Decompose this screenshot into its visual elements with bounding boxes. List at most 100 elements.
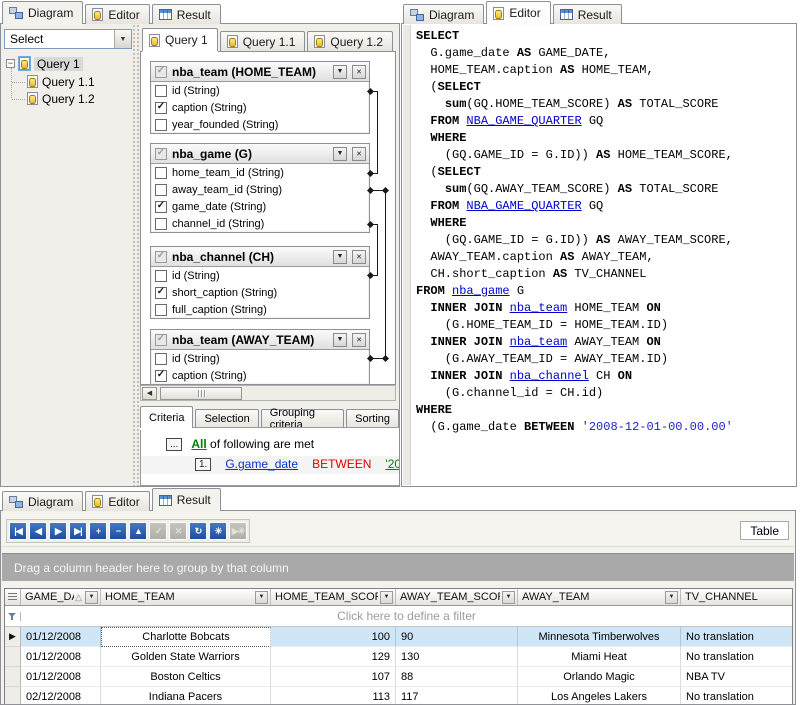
field-checkbox[interactable] (155, 287, 167, 299)
table-cell[interactable]: 100 (271, 627, 396, 647)
entity-header[interactable]: nba_team (AWAY_TEAM)▼✕ (151, 330, 369, 350)
scroll-thumb[interactable] (160, 387, 242, 400)
field-checkbox[interactable] (155, 184, 167, 196)
entity-dropdown-button[interactable]: ▼ (333, 147, 347, 161)
table-cell[interactable]: Charlotte Bobcats (101, 627, 271, 647)
entity-field-row[interactable]: id (String) (151, 82, 369, 99)
table-cell[interactable]: 01/12/2008 (21, 667, 101, 687)
field-checkbox[interactable] (155, 353, 167, 365)
column-header-home_team_score[interactable]: HOME_TEAM_SCORE▼ (271, 589, 396, 605)
entity-header[interactable]: nba_game (G)▼✕ (151, 144, 369, 164)
field-checkbox[interactable] (155, 119, 167, 131)
tab-query-1-2[interactable]: Query 1.2 (307, 31, 393, 51)
tab-sorting[interactable]: Sorting (346, 409, 399, 428)
tab-result[interactable]: Result (152, 488, 221, 511)
table-cell[interactable]: 01/12/2008 (21, 647, 101, 667)
tab-editor[interactable]: Editor (85, 4, 149, 24)
tree-item-query-1[interactable]: − Query 1 (6, 55, 83, 72)
diagram-canvas[interactable]: nba_team (HOME_TEAM)▼✕id (String)caption… (140, 51, 396, 385)
entity-field-row[interactable]: home_team_id (String) (151, 164, 369, 181)
field-checkbox[interactable] (155, 102, 167, 114)
nav-fetch-all-button[interactable]: ✳ (209, 522, 227, 540)
table-cell[interactable]: NBA TV (681, 667, 793, 687)
tree-item-query-1-1[interactable]: Query 1.1 (27, 73, 95, 90)
tab-editor[interactable]: Editor (85, 491, 149, 511)
scroll-left-icon[interactable]: ◀ (142, 387, 157, 400)
grid-filter-row[interactable]: Click here to define a filter (5, 606, 792, 627)
table-cell[interactable]: Indiana Pacers (101, 687, 271, 704)
table-cell[interactable]: Boston Celtics (101, 667, 271, 687)
field-checkbox[interactable] (155, 304, 167, 316)
column-filter-dropdown[interactable]: ▼ (502, 591, 515, 604)
diagram-hscrollbar[interactable]: ◀ (140, 385, 396, 401)
column-filter-dropdown[interactable]: ▼ (255, 591, 268, 604)
entity-field-row[interactable]: full_caption (String) (151, 301, 369, 318)
entity-field-row[interactable]: short_caption (String) (151, 284, 369, 301)
column-header-away_team[interactable]: AWAY_TEAM▼ (518, 589, 681, 605)
criteria-all-link[interactable]: All (191, 437, 206, 451)
table-cell[interactable]: Los Angeles Lakers (518, 687, 681, 704)
entity-field-row[interactable]: caption (String) (151, 99, 369, 116)
table-cell[interactable]: No translation (681, 687, 793, 704)
splitter[interactable] (132, 24, 140, 486)
column-filter-dropdown[interactable]: ▼ (85, 591, 98, 604)
collapse-icon[interactable]: − (6, 59, 15, 68)
entity-field-row[interactable]: caption (String) (151, 367, 369, 384)
tab-query-1-1[interactable]: Query 1.1 (220, 31, 306, 51)
entity-dropdown-button[interactable]: ▼ (333, 250, 347, 264)
column-filter-dropdown[interactable]: ▼ (380, 591, 393, 604)
entity-header[interactable]: nba_team (HOME_TEAM)▼✕ (151, 62, 369, 82)
field-checkbox[interactable] (155, 201, 167, 213)
entity-close-button[interactable]: ✕ (352, 147, 366, 161)
tab-grouping-criteria[interactable]: Grouping criteria (261, 409, 344, 428)
table-row[interactable]: 02/12/2008Indiana Pacers113117Los Angele… (5, 687, 792, 704)
entity-dropdown-button[interactable]: ▼ (333, 65, 347, 79)
entity-box[interactable]: nba_team (AWAY_TEAM)▼✕id (String)caption… (150, 329, 370, 385)
entity-close-button[interactable]: ✕ (352, 250, 366, 264)
tab-diagram[interactable]: Diagram (2, 1, 83, 24)
table-cell[interactable]: 88 (396, 667, 518, 687)
nav-insert-button[interactable]: + (89, 522, 107, 540)
tab-diagram[interactable]: Diagram (2, 491, 83, 511)
column-header-game_date[interactable]: GAME_DATE△▼ (21, 589, 101, 605)
entity-close-button[interactable]: ✕ (352, 65, 366, 79)
criteria-field-link[interactable]: G.game_date (225, 457, 298, 471)
entity-box[interactable]: nba_game (G)▼✕home_team_id (String)away_… (150, 143, 370, 233)
table-row[interactable]: 01/12/2008Boston Celtics10788Orlando Mag… (5, 667, 792, 687)
entity-box[interactable]: nba_channel (CH)▼✕id (String)short_capti… (150, 246, 370, 319)
table-cell[interactable]: 129 (271, 647, 396, 667)
field-checkbox[interactable] (155, 218, 167, 230)
table-row[interactable]: ▶01/12/2008Charlotte Bobcats10090Minneso… (5, 627, 792, 647)
table-cell[interactable]: Miami Heat (518, 647, 681, 667)
criteria-value-link[interactable]: '2008-12-01-00.00.00' (385, 457, 399, 471)
entity-field-row[interactable]: id (String) (151, 350, 369, 367)
entity-dropdown-button[interactable]: ▼ (333, 333, 347, 347)
nav-first-button[interactable]: |◀ (9, 522, 27, 540)
column-filter-dropdown[interactable]: ▼ (665, 591, 678, 604)
query-type-select[interactable]: Select ▼ (4, 29, 132, 49)
tab-result[interactable]: Result (553, 4, 622, 24)
entity-header[interactable]: nba_channel (CH)▼✕ (151, 247, 369, 267)
entity-field-row[interactable]: away_team_id (String) (151, 181, 369, 198)
nav-delete-button[interactable]: − (109, 522, 127, 540)
view-mode-button[interactable]: Table (740, 521, 789, 540)
tab-query-1[interactable]: Query 1 (142, 28, 218, 51)
field-checkbox[interactable] (155, 270, 167, 282)
chevron-down-icon[interactable]: ▼ (114, 30, 131, 48)
tab-criteria[interactable]: Criteria (140, 406, 193, 428)
table-cell[interactable]: Golden State Warriors (101, 647, 271, 667)
entity-field-row[interactable]: year_founded (String) (151, 116, 369, 133)
tab-result[interactable]: Result (152, 4, 221, 24)
filter-corner-cell[interactable] (5, 612, 21, 621)
sql-editor[interactable]: SELECT G.game_date AS GAME_DATE, HOME_TE… (416, 28, 796, 486)
table-cell[interactable]: 113 (271, 687, 396, 704)
table-cell[interactable]: 02/12/2008 (21, 687, 101, 704)
tab-selection[interactable]: Selection (195, 409, 258, 428)
column-header-away_team_score[interactable]: AWAY_TEAM_SCORE▼ (396, 589, 518, 605)
column-header-home_team[interactable]: HOME_TEAM▼ (101, 589, 271, 605)
table-cell[interactable]: Orlando Magic (518, 667, 681, 687)
field-checkbox[interactable] (155, 370, 167, 382)
column-header-tv_channel[interactable]: TV_CHANNEL (681, 589, 793, 605)
table-cell[interactable]: No translation (681, 647, 793, 667)
table-cell[interactable]: 107 (271, 667, 396, 687)
